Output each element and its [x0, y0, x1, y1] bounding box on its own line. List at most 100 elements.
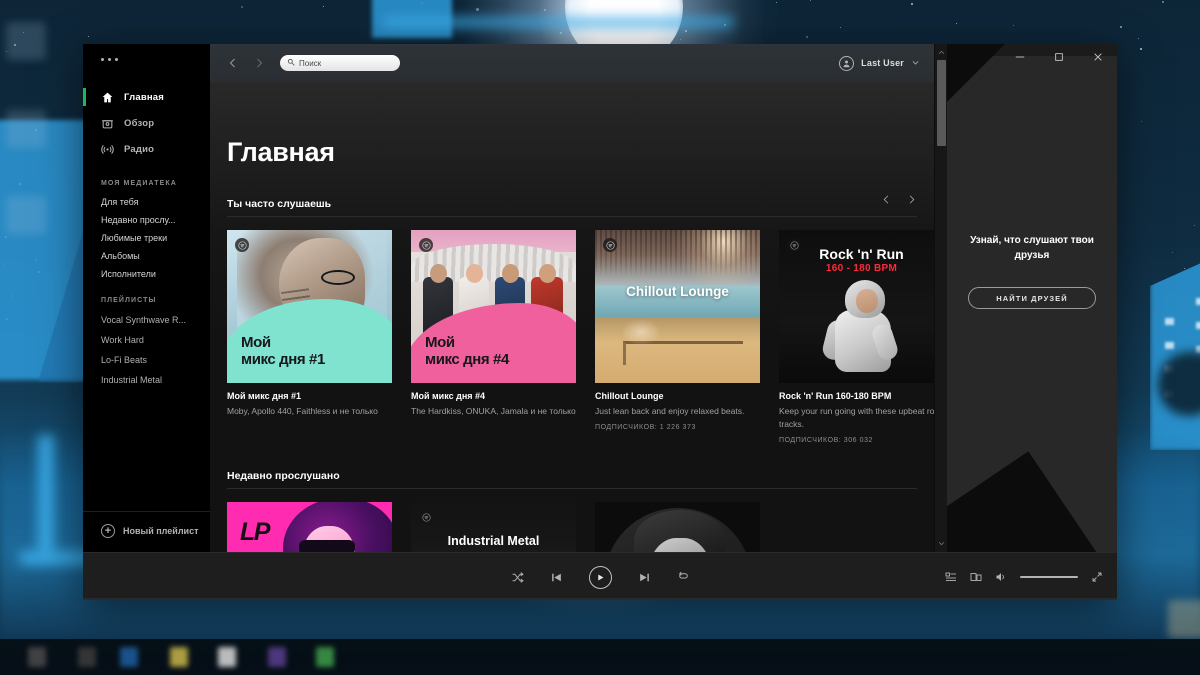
- sidebar-playlist-lofi-beats[interactable]: Lo-Fi Beats: [83, 350, 210, 370]
- card-title: Chillout Lounge: [595, 391, 664, 401]
- new-playlist-label: Новый плейлист: [123, 526, 199, 536]
- fullscreen-icon[interactable]: [1091, 571, 1103, 583]
- user-menu[interactable]: Last User: [839, 44, 920, 82]
- wallpaper-light-bar: [383, 18, 733, 27]
- shuffle-button[interactable]: [511, 571, 524, 584]
- sidebar-playlist-work-hard[interactable]: Work Hard: [83, 330, 210, 350]
- sidebar-playlist-industrial-metal[interactable]: Industrial Metal: [83, 370, 210, 390]
- maximize-button[interactable]: [1039, 44, 1078, 70]
- carousel-prev-button[interactable]: [881, 193, 892, 208]
- card-subtitle: Just lean back and enjoy relaxed beats.: [595, 406, 745, 416]
- home-icon: [101, 91, 114, 104]
- volume-icon[interactable]: [995, 571, 1007, 583]
- card-cover[interactable]: [595, 502, 760, 552]
- player-bar: [83, 552, 1117, 600]
- card-industrial-metal[interactable]: Industrial Metal: [411, 502, 576, 552]
- spotify-logo-icon: [419, 238, 433, 252]
- card-rock-n-run[interactable]: Rock 'n' Run 160 - 180 BPM Rock 'n' Run …: [779, 230, 934, 444]
- library-heading: МОЯ МЕДИАТЕКА: [101, 180, 177, 187]
- sidebar: Главная Обзор Радио МОЯ МЕДИАТЕКА Для те…: [83, 44, 210, 552]
- next-track-button[interactable]: [638, 571, 651, 584]
- search-input[interactable]: Поиск: [280, 55, 400, 71]
- card-cover[interactable]: Rock 'n' Run 160 - 180 BPM: [779, 230, 934, 383]
- desktop-icon[interactable]: [6, 110, 46, 148]
- card-list: LP Industrial Metal: [227, 489, 934, 552]
- repeat-button[interactable]: [677, 571, 690, 584]
- sidebar-item-for-you[interactable]: Для тебя: [83, 193, 210, 211]
- desktop-icon[interactable]: [6, 22, 46, 60]
- card-cover[interactable]: Chillout Lounge: [595, 230, 760, 383]
- devices-icon[interactable]: [970, 571, 982, 583]
- card-lp[interactable]: LP: [227, 502, 392, 552]
- sidebar-item-label: Радио: [124, 143, 155, 155]
- radio-icon: [101, 143, 114, 156]
- forward-button[interactable]: [250, 54, 268, 72]
- topbar: Поиск Last User: [210, 44, 934, 82]
- sidebar-item-browse[interactable]: Обзор: [83, 110, 210, 136]
- section-carousel-controls: [881, 193, 917, 208]
- window-titlebar: [999, 44, 1117, 70]
- cover-label: Мой микс дня #1: [241, 334, 325, 369]
- new-playlist-button[interactable]: + Новый плейлист: [83, 511, 210, 552]
- scrollbar-thumb[interactable]: [937, 60, 946, 146]
- find-friends-button[interactable]: НАЙТИ ДРУЗЕЙ: [968, 287, 1096, 309]
- spotify-logo-icon: [419, 510, 433, 525]
- sidebar-item-radio[interactable]: Радио: [83, 136, 210, 162]
- more-dots-icon[interactable]: [83, 44, 210, 78]
- card-title: Мой микс дня #4: [411, 391, 486, 401]
- card-subtitle: The Hardkiss, ONUKA, Jamala и не только: [411, 406, 576, 416]
- card-my-mix-1[interactable]: Мой микс дня #1 Мой микс дня #1 Moby, Ap…: [227, 230, 392, 444]
- card-cover[interactable]: Мой микс дня #4: [411, 230, 576, 383]
- sidebar-item-artists[interactable]: Исполнители: [83, 265, 210, 283]
- sidebar-item-albums[interactable]: Альбомы: [83, 247, 210, 265]
- card-artist[interactable]: [595, 502, 760, 552]
- wallpaper-light-bar: [38, 435, 54, 555]
- card-cover[interactable]: Industrial Metal: [411, 502, 576, 552]
- sidebar-playlist-vocal-synthwave[interactable]: Vocal Synthwave R...: [83, 310, 210, 330]
- section-frequently-played: Ты часто слушаешь Мой микс дня #1 Мой ми…: [210, 195, 934, 444]
- sidebar-item-recently-played[interactable]: Недавно прослу...: [83, 211, 210, 229]
- close-button[interactable]: [1078, 44, 1117, 70]
- section-heading: Недавно прослушано: [227, 470, 917, 490]
- track-progress-bar[interactable]: [83, 598, 1117, 600]
- player-right-controls: [945, 553, 1103, 600]
- friend-activity-panel: Узнай, что слушают твои друзья НАЙТИ ДРУ…: [947, 44, 1117, 552]
- card-followers: ПОДПИСЧИКОВ: 306 032: [779, 437, 873, 445]
- card-cover[interactable]: LP: [227, 502, 392, 552]
- spotify-logo-icon: [787, 238, 801, 252]
- search-placeholder: Поиск: [299, 58, 322, 68]
- spotify-logo-icon: [235, 238, 249, 252]
- scroll-area[interactable]: Главная Ты часто слушаешь Мой микс дня #…: [210, 82, 934, 552]
- carousel-next-button[interactable]: [906, 193, 917, 208]
- plus-circle-icon: +: [101, 524, 115, 538]
- desktop-icon[interactable]: [6, 196, 46, 234]
- user-name: Last User: [861, 58, 904, 68]
- content-pane: Поиск Last User Главная Ты часто слушаеш…: [210, 44, 934, 552]
- chevron-down-icon[interactable]: [911, 58, 920, 69]
- primary-nav: Главная Обзор Радио: [83, 78, 210, 166]
- cover-label: Chillout Lounge: [626, 284, 729, 299]
- card-my-mix-4[interactable]: Мой микс дня #4 Мой микс дня #4 The Hard…: [411, 230, 576, 444]
- card-subtitle: Moby, Apollo 440, Faithless и не только: [227, 406, 378, 416]
- cover-sublabel: 160 - 180 BPM: [825, 263, 898, 274]
- main-area: Поиск Last User Главная Ты часто слушаеш…: [210, 44, 1117, 552]
- spotify-window: Главная Обзор Радио МОЯ МЕДИАТЕКА Для те…: [83, 44, 1117, 600]
- section-recently-played: Недавно прослушано LP Industrial Metal: [210, 470, 934, 552]
- queue-icon[interactable]: [945, 571, 957, 583]
- back-button[interactable]: [224, 54, 242, 72]
- vertical-scrollbar[interactable]: [934, 44, 947, 552]
- section-heading: Ты часто слушаешь: [227, 198, 917, 217]
- card-chillout-lounge[interactable]: Chillout Lounge Chillout Lounge Just lea…: [595, 230, 760, 444]
- card-cover[interactable]: Мой микс дня #1: [227, 230, 392, 383]
- friends-panel-title: Узнай, что слушают твои друзья: [970, 235, 1094, 261]
- page-title: Главная: [227, 137, 335, 167]
- previous-track-button[interactable]: [550, 571, 563, 584]
- desktop-icon[interactable]: [1168, 600, 1200, 638]
- volume-slider[interactable]: [1020, 576, 1078, 578]
- minimize-button[interactable]: [1000, 44, 1039, 70]
- taskbar[interactable]: [0, 639, 1200, 675]
- browse-icon: [101, 117, 114, 130]
- sidebar-item-liked-songs[interactable]: Любимые треки: [83, 229, 210, 247]
- sidebar-item-home[interactable]: Главная: [83, 84, 210, 110]
- play-button[interactable]: [588, 565, 612, 589]
